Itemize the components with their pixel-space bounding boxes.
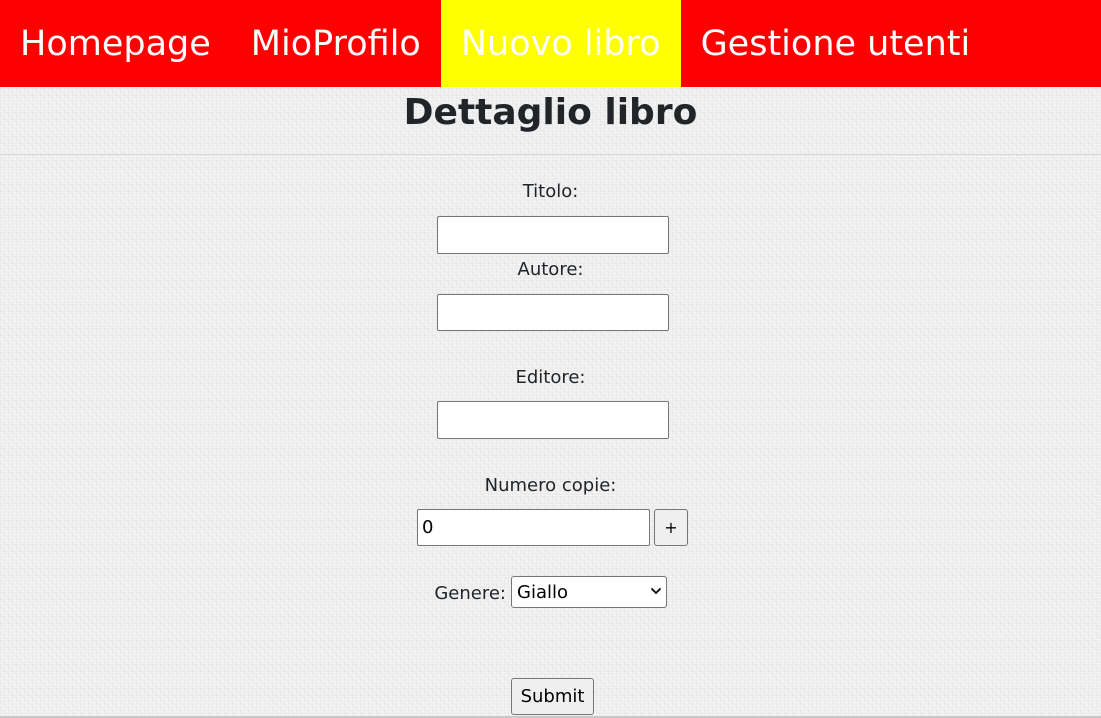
- titolo-input[interactable]: [437, 216, 669, 254]
- editore-input[interactable]: [437, 401, 669, 439]
- submit-button[interactable]: Submit: [511, 678, 594, 715]
- nav-item-nuovo-libro[interactable]: Nuovo libro: [440, 0, 681, 87]
- genere-select[interactable]: Giallo: [511, 576, 667, 608]
- numero-copie-input[interactable]: [417, 509, 650, 546]
- increment-copies-button[interactable]: +: [654, 509, 688, 546]
- chevron-down-icon: [651, 588, 661, 594]
- nav-item-gestione-utenti[interactable]: Gestione utenti: [681, 0, 991, 87]
- main-navbar: Homepage MioProfilo Nuovo libro Gestione…: [0, 0, 1101, 87]
- genere-selected-value: Giallo: [517, 581, 568, 603]
- autore-input[interactable]: [437, 294, 669, 331]
- page-title: Dettaglio libro: [0, 87, 1101, 155]
- autore-label: Autore:: [517, 259, 584, 280]
- editore-label: Editore:: [515, 367, 586, 388]
- numero-copie-label: Numero copie:: [484, 475, 617, 496]
- nav-item-homepage[interactable]: Homepage: [0, 0, 231, 87]
- nav-item-mioprofilo[interactable]: MioProfilo: [231, 0, 441, 87]
- titolo-label: Titolo:: [522, 181, 579, 202]
- genere-label: Genere:: [434, 583, 506, 604]
